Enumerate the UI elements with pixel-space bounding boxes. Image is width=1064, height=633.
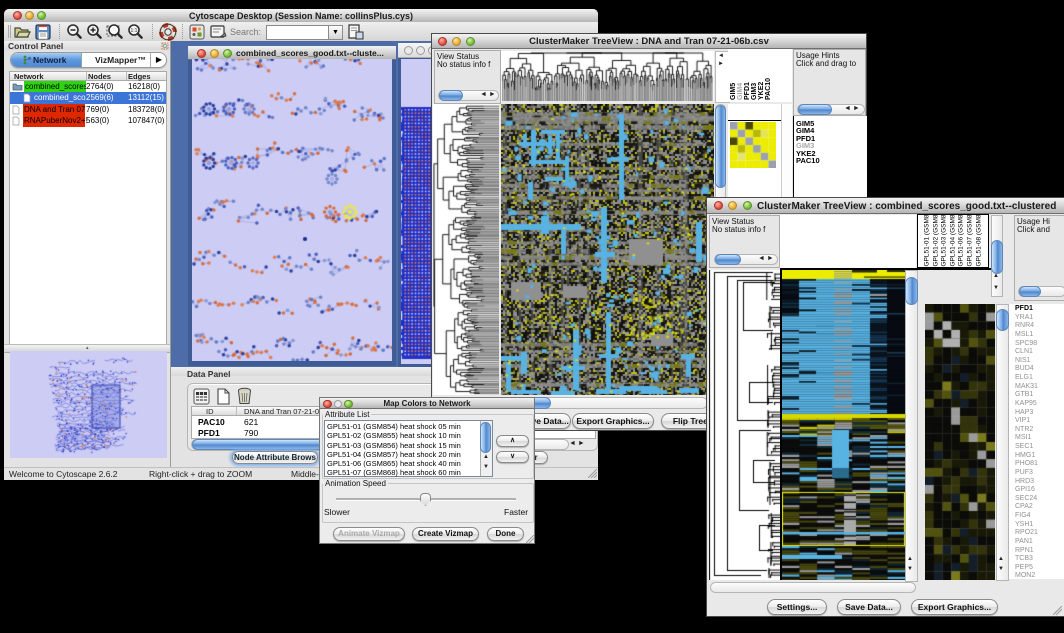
svg-text:1:1: 1:1	[131, 28, 138, 34]
